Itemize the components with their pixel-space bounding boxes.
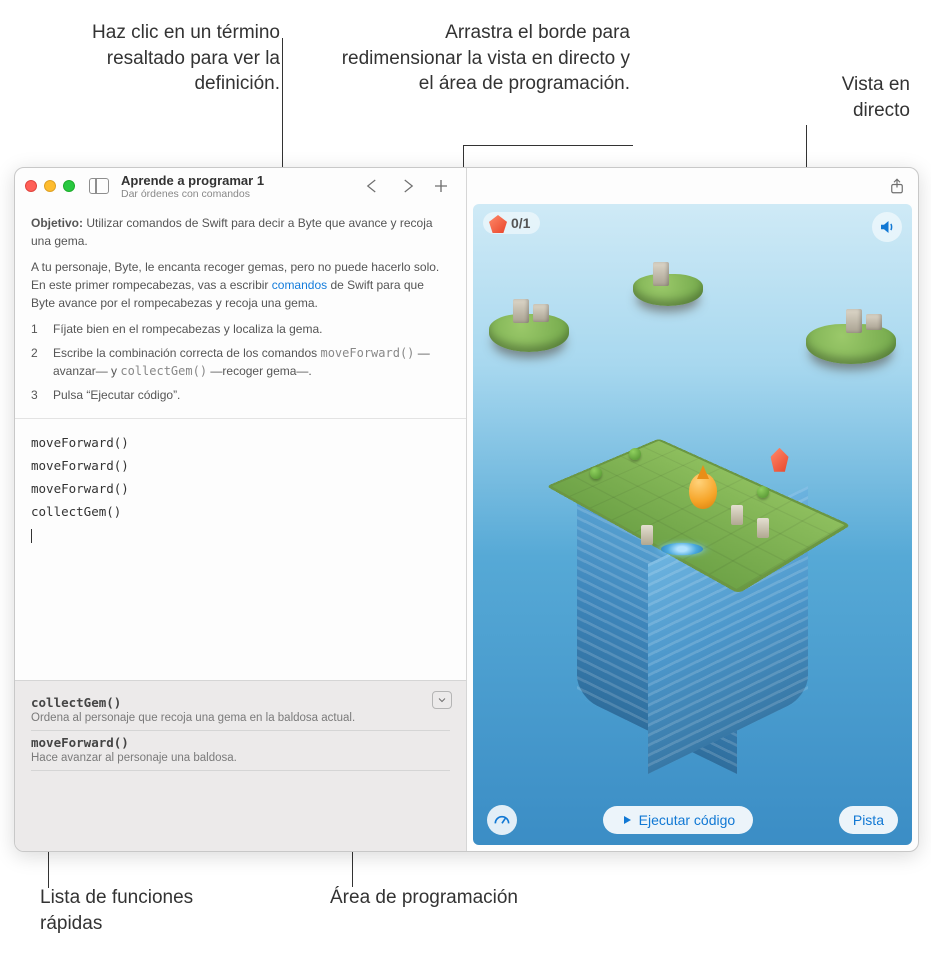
run-code-button[interactable]: Ejecutar código <box>603 806 754 834</box>
title-block: Aprende a programar 1 Dar órdenes con co… <box>121 173 356 200</box>
hint-label: Pista <box>853 812 884 828</box>
speaker-icon <box>878 218 896 236</box>
pillar-icon <box>731 505 743 525</box>
annotation-drag-edge: Arrastra el borde para redimensionar la … <box>330 20 630 97</box>
code-line[interactable]: moveForward() <box>31 477 450 500</box>
app-window: Aprende a programar 1 Dar órdenes con co… <box>14 167 919 852</box>
step-1: Fíjate bien en el rompecabezas y localiz… <box>31 320 450 338</box>
objective-text: Utilizar comandos de Swift para decir a … <box>31 216 433 248</box>
document-subtitle: Dar órdenes con comandos <box>121 188 356 200</box>
code-line[interactable]: collectGem() <box>31 500 450 523</box>
share-button[interactable] <box>888 176 906 196</box>
speed-button[interactable] <box>487 805 517 835</box>
minimize-button[interactable] <box>44 180 56 192</box>
quick-function-desc: Hace avanzar al personaje una baldosa. <box>31 752 450 764</box>
floating-island <box>489 314 569 352</box>
toggle-sidebar-button[interactable] <box>89 178 109 194</box>
code-line[interactable]: moveForward() <box>31 454 450 477</box>
sound-toggle-button[interactable] <box>872 212 902 242</box>
next-page-button[interactable] <box>398 177 416 195</box>
right-toolbar <box>467 168 918 204</box>
prev-page-button[interactable] <box>364 177 382 195</box>
step-2: Escribe la combinación correcta de los c… <box>31 344 450 380</box>
glossary-link-comandos[interactable]: comandos <box>272 278 327 292</box>
code-line[interactable]: moveForward() <box>31 431 450 454</box>
ruin-icon <box>513 299 529 323</box>
add-page-button[interactable] <box>432 177 450 195</box>
code-token-collectgem: collectGem() <box>120 364 207 378</box>
gauge-icon <box>492 810 512 830</box>
ruin-icon <box>846 309 862 333</box>
step-3: Pulsa “Ejecutar código”. <box>31 386 450 404</box>
right-pane: 0/1 <box>467 168 918 851</box>
annotation-highlight-term: Haz clic en un término resaltado para ve… <box>60 20 280 97</box>
page-nav <box>364 177 450 195</box>
instructions-panel: Objetivo: Utilizar comandos de Swift par… <box>15 204 466 419</box>
collapse-panel-button[interactable] <box>432 691 452 709</box>
gem-counter-badge: 0/1 <box>483 212 540 234</box>
annotation-live-view: Vista en directo <box>790 72 910 123</box>
quick-function-item[interactable]: moveForward() Hace avanzar al personaje … <box>31 731 450 771</box>
annotation-line <box>463 145 633 146</box>
tree-icon <box>590 467 602 479</box>
window-controls <box>25 180 75 192</box>
play-icon <box>621 814 633 826</box>
gem-icon <box>771 448 789 472</box>
tree-icon <box>757 486 769 498</box>
ruin-icon <box>866 314 882 330</box>
annotation-quick-funcs: Lista de funciones rápidas <box>40 885 240 936</box>
code-token-moveforward: moveForward() <box>320 346 414 360</box>
chevron-down-icon <box>436 694 448 706</box>
game-world <box>533 377 853 697</box>
quick-function-name: moveForward() <box>31 735 450 750</box>
quick-function-desc: Ordena al personaje que recoja una gema … <box>31 712 450 724</box>
quick-function-name: collectGem() <box>31 695 450 710</box>
steps-list: Fíjate bien en el rompecabezas y localiz… <box>31 320 450 404</box>
quick-functions-panel: collectGem() Ordena al personaje que rec… <box>15 680 466 851</box>
byte-character <box>686 473 720 521</box>
step-2-text: Escribe la combinación correcta de los c… <box>53 346 320 360</box>
pillar-icon <box>757 518 769 538</box>
annotation-code-area: Área de programación <box>330 885 570 911</box>
live-view-controls: Ejecutar código Pista <box>473 805 912 835</box>
step-2-end: —recoger gema—. <box>207 364 312 378</box>
maximize-button[interactable] <box>63 180 75 192</box>
objective-label: Objetivo: <box>31 216 83 230</box>
gem-counter-value: 0/1 <box>511 215 530 231</box>
ruin-icon <box>653 262 669 286</box>
titlebar: Aprende a programar 1 Dar órdenes con co… <box>15 168 466 204</box>
code-cursor-line[interactable] <box>31 524 450 547</box>
pillar-icon <box>641 525 653 545</box>
quick-function-item[interactable]: collectGem() Ordena al personaje que rec… <box>31 691 450 731</box>
left-pane: Aprende a programar 1 Dar órdenes con co… <box>15 168 467 851</box>
run-code-label: Ejecutar código <box>639 812 736 828</box>
ruin-icon <box>533 304 549 322</box>
close-button[interactable] <box>25 180 37 192</box>
document-title: Aprende a programar 1 <box>121 173 356 188</box>
intro-paragraph: A tu personaje, Byte, le encanta recoger… <box>31 258 450 312</box>
code-editor[interactable]: moveForward() moveForward() moveForward(… <box>15 419 466 680</box>
live-view[interactable]: 0/1 <box>473 204 912 845</box>
hint-button[interactable]: Pista <box>839 806 898 834</box>
objective-line: Objetivo: Utilizar comandos de Swift par… <box>31 214 450 250</box>
